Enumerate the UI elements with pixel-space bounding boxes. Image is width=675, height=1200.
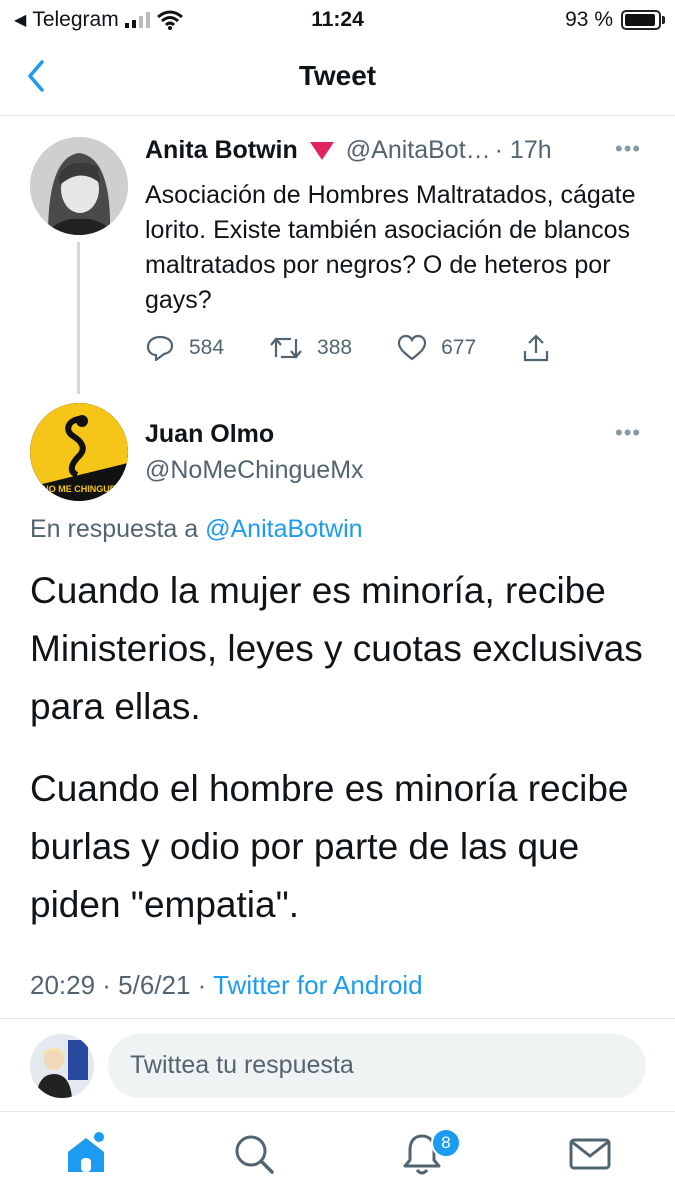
thread-line	[77, 242, 80, 394]
tweet-text: Cuando la mujer es minoría, recibe Minis…	[30, 562, 650, 958]
avatar[interactable]: NO ME CHINGUE	[30, 403, 128, 501]
tweet-text: Asociación de Hombres Maltratados, cágat…	[145, 181, 636, 314]
reply-prefix: En respuesta a	[30, 515, 199, 543]
reply-placeholder: Twittea tu respuesta	[130, 1051, 354, 1079]
author-name[interactable]: Juan Olmo	[145, 420, 274, 449]
timestamp: 20:29 · 5/6/21 ·	[30, 970, 207, 1000]
retweet-icon	[270, 337, 302, 359]
avatar-caption: NO ME CHINGUE	[42, 484, 116, 494]
page-title: Tweet	[298, 60, 377, 91]
author-name[interactable]: Anita Botwin	[145, 136, 298, 165]
top-bar: Tweet	[0, 40, 675, 116]
tweet-paragraph: Cuando el hombre es minoría recibe burla…	[30, 768, 629, 925]
tweet-meta: 20:29 · 5/6/21 · Twitter for Android	[30, 970, 423, 1001]
avatar-photo	[30, 137, 128, 235]
tweet-age: · 17h	[494, 136, 552, 164]
retweet-button[interactable]: 388	[269, 335, 352, 361]
reply-icon	[146, 335, 174, 362]
avatar-photo	[30, 1034, 94, 1098]
like-count: 677	[441, 336, 477, 359]
notifications-badge: 8	[431, 1128, 461, 1158]
triangle-icon	[309, 141, 334, 160]
my-avatar[interactable]	[30, 1034, 94, 1098]
share-icon	[524, 334, 549, 362]
more-options-icon[interactable]: •••	[615, 136, 641, 162]
home-icon[interactable]	[62, 1130, 110, 1178]
tab-bar	[0, 1112, 675, 1200]
reply-button[interactable]: 584	[145, 334, 224, 362]
battery-percent: 93 %	[565, 8, 613, 31]
author-handle[interactable]: @AnitaBot…	[346, 136, 491, 165]
author-handle[interactable]: @NoMeChingueMx	[145, 456, 364, 485]
client-link[interactable]: Twitter for Android	[213, 970, 423, 1000]
reply-count: 584	[189, 336, 225, 359]
battery-icon	[621, 10, 665, 30]
messages-envelope-icon[interactable]	[566, 1130, 614, 1178]
share-button[interactable]	[521, 333, 551, 363]
status-bar: ◀ Telegram 11:24 93 %	[0, 0, 675, 40]
heart-icon	[397, 334, 427, 361]
reply-context: En respuesta a @AnitaBotwin	[30, 515, 363, 544]
reply-input[interactable]: Twittea tu respuesta	[108, 1034, 646, 1098]
avatar[interactable]	[30, 137, 128, 235]
tweet-header: Anita Botwin @AnitaBot… · 17h	[145, 136, 552, 165]
tweet-actions: 584 388 677	[145, 333, 596, 363]
search-icon[interactable]	[230, 1130, 278, 1178]
divider	[0, 1018, 675, 1019]
avatar-logo: NO ME CHINGUE	[30, 403, 128, 501]
battery-indicator: 93 %	[565, 8, 665, 32]
like-button[interactable]: 677	[397, 334, 476, 362]
tweet-paragraph: Cuando la mujer es minoría, recibe Minis…	[30, 570, 643, 727]
reply-to-link[interactable]: @AnitaBotwin	[205, 515, 362, 543]
retweet-count: 388	[317, 336, 353, 359]
more-options-icon[interactable]: •••	[615, 420, 641, 446]
